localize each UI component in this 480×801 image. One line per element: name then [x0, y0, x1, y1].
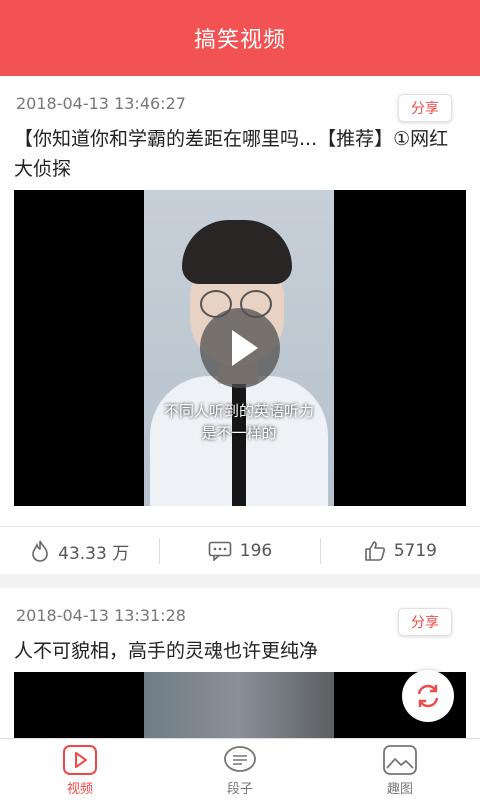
share-button[interactable]: 分享: [398, 608, 452, 636]
refresh-button[interactable]: [402, 670, 454, 722]
tab-label: 趣图: [386, 782, 413, 797]
likes-count: 5719: [393, 541, 437, 561]
chat-icon: [224, 746, 256, 772]
thumbs-up-icon: [364, 541, 385, 561]
video-player[interactable]: 不同人听到的英语听力 是不一样的: [14, 190, 466, 506]
video-thumbnail: [144, 672, 334, 742]
views-stat: 43.33 万: [0, 539, 159, 564]
tab-pictures[interactable]: 趣图: [320, 739, 480, 801]
share-button[interactable]: 分享: [398, 94, 452, 122]
post-title[interactable]: 【你知道你和学霸的差距在哪里吗...【推荐】①网红大侦探: [14, 124, 460, 184]
flame-icon: [32, 540, 48, 562]
views-count: 43.33 万: [58, 543, 130, 564]
post-title[interactable]: 人不可貌相，高手的灵魂也许更纯净: [14, 636, 460, 666]
comments-count: 196: [239, 541, 273, 561]
page-title: 搞笑视频: [193, 28, 286, 53]
play-icon: [63, 745, 97, 775]
comment-icon: [208, 541, 232, 561]
post-timestamp: 2018-04-13 13:46:27: [16, 94, 186, 113]
video-card: 2018-04-13 13:46:27 分享 【你知道你和学霸的差距在哪里吗..…: [0, 76, 480, 574]
play-icon[interactable]: [200, 308, 280, 388]
stats-bar: 43.33 万 196 5719: [0, 526, 480, 575]
likes-stat[interactable]: 5719: [321, 540, 480, 562]
tab-label: 段子: [226, 782, 253, 797]
video-caption: 不同人听到的英语听力 是不一样的: [163, 402, 314, 442]
tab-video[interactable]: 视频: [0, 739, 160, 801]
post-timestamp: 2018-04-13 13:31:28: [16, 606, 186, 625]
bottom-tab-bar: 视频 段子 趣图: [0, 738, 480, 801]
refresh-icon: [417, 684, 439, 708]
video-card: 2018-04-13 13:31:28 分享 人不可貌相，高手的灵魂也许更纯净: [0, 588, 480, 742]
image-icon: [383, 745, 417, 775]
tab-label: 视频: [66, 782, 93, 797]
comments-stat[interactable]: 196: [160, 541, 319, 561]
tab-jokes[interactable]: 段子: [160, 739, 320, 801]
video-player[interactable]: [14, 672, 466, 742]
app-header: 搞笑视频: [0, 0, 480, 76]
